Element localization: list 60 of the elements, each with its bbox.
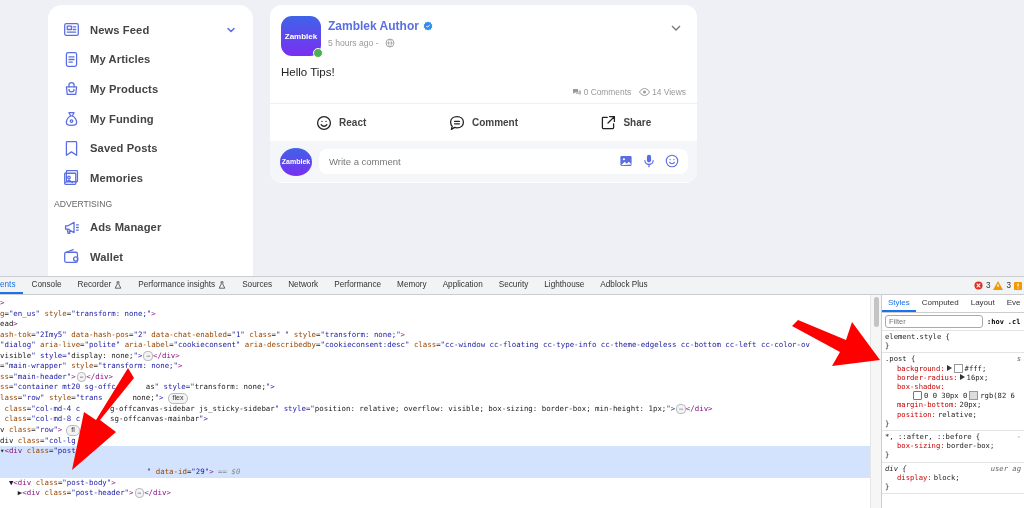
speech-bubble-icon [448, 114, 465, 131]
section-heading: ADVERTISING [54, 197, 114, 211]
devtools-tab[interactable]: Console [23, 277, 70, 294]
sidebar-item[interactable]: Ads Manager [54, 212, 236, 243]
devtools-tab[interactable]: Performance insights [130, 277, 235, 294]
devtools-tab[interactable]: Network [280, 277, 327, 294]
newspaper-icon [63, 21, 80, 39]
scrollbar-thumb[interactable] [873, 297, 879, 327]
color-swatch[interactable] [953, 363, 963, 373]
action-button[interactable]: Comment [412, 114, 555, 131]
photos-icon [63, 169, 80, 187]
sidebar-item[interactable]: My Funding [54, 103, 236, 134]
devtools-tab[interactable]: Performance [326, 277, 390, 294]
devtools-tab[interactable]: ents [0, 277, 24, 294]
action-button[interactable]: React [270, 114, 413, 131]
styles-tab[interactable]: Layout [964, 295, 1001, 312]
document-icon [63, 50, 80, 68]
color-swatch[interactable] [969, 391, 979, 401]
sidebar-item[interactable]: My Products [54, 74, 236, 104]
chat-bubbles-icon [571, 87, 582, 97]
sidebar-item[interactable]: Memories [54, 162, 236, 193]
money-bag-icon [63, 110, 80, 128]
sidebar-item[interactable]: Saved Posts [54, 133, 236, 163]
globe-icon [384, 38, 395, 48]
microphone-icon[interactable] [642, 154, 656, 168]
devtools-tab[interactable]: Sources [234, 277, 281, 294]
shadow-editor-icon[interactable] [913, 391, 922, 401]
comment-field[interactable]: Write a comment [319, 149, 688, 174]
error-count: 3 [985, 281, 991, 290]
styles-tab[interactable]: Styles [882, 295, 916, 312]
view-count: 14 Views [652, 87, 686, 97]
sidebar-item[interactable]: Wallet [54, 242, 236, 272]
wallet-icon [63, 248, 80, 266]
share-icon [600, 114, 617, 131]
sidebar-item[interactable]: My Articles [54, 44, 236, 75]
error-icon [973, 281, 983, 290]
eye-icon [639, 88, 651, 96]
warning-icon [993, 281, 1004, 290]
devtools-tab[interactable]: Adblock Plus [592, 277, 656, 294]
action-button[interactable]: Share [554, 114, 697, 131]
styles-tab[interactable]: Computed [915, 295, 965, 312]
smiley-icon[interactable] [665, 154, 679, 168]
sidebar-item[interactable]: News Feed [54, 15, 236, 45]
devtools-tab[interactable]: Lighthouse [536, 277, 593, 294]
devtools-tab[interactable]: Recorder [69, 277, 131, 294]
avatar: Zamblek [281, 16, 321, 56]
comment-count: 0 Comments [583, 87, 632, 97]
bookmark-icon [63, 139, 80, 157]
issue-icon [1014, 281, 1022, 290]
image-icon[interactable] [619, 154, 633, 168]
devtools-tab[interactable]: Application [434, 277, 491, 294]
styles-tab[interactable]: Eve [1000, 295, 1024, 312]
warning-count: 3 [1006, 281, 1011, 290]
author-name[interactable]: Zamblek Author [328, 19, 419, 33]
shopping-bag-icon [63, 80, 80, 98]
post-time: 5 hours ago - [328, 38, 379, 48]
devtools-tab[interactable]: Memory [389, 277, 435, 294]
smiley-icon [316, 114, 333, 131]
post-text: Hello Tips! [280, 65, 336, 78]
devtools-tab[interactable]: Security [490, 277, 537, 294]
